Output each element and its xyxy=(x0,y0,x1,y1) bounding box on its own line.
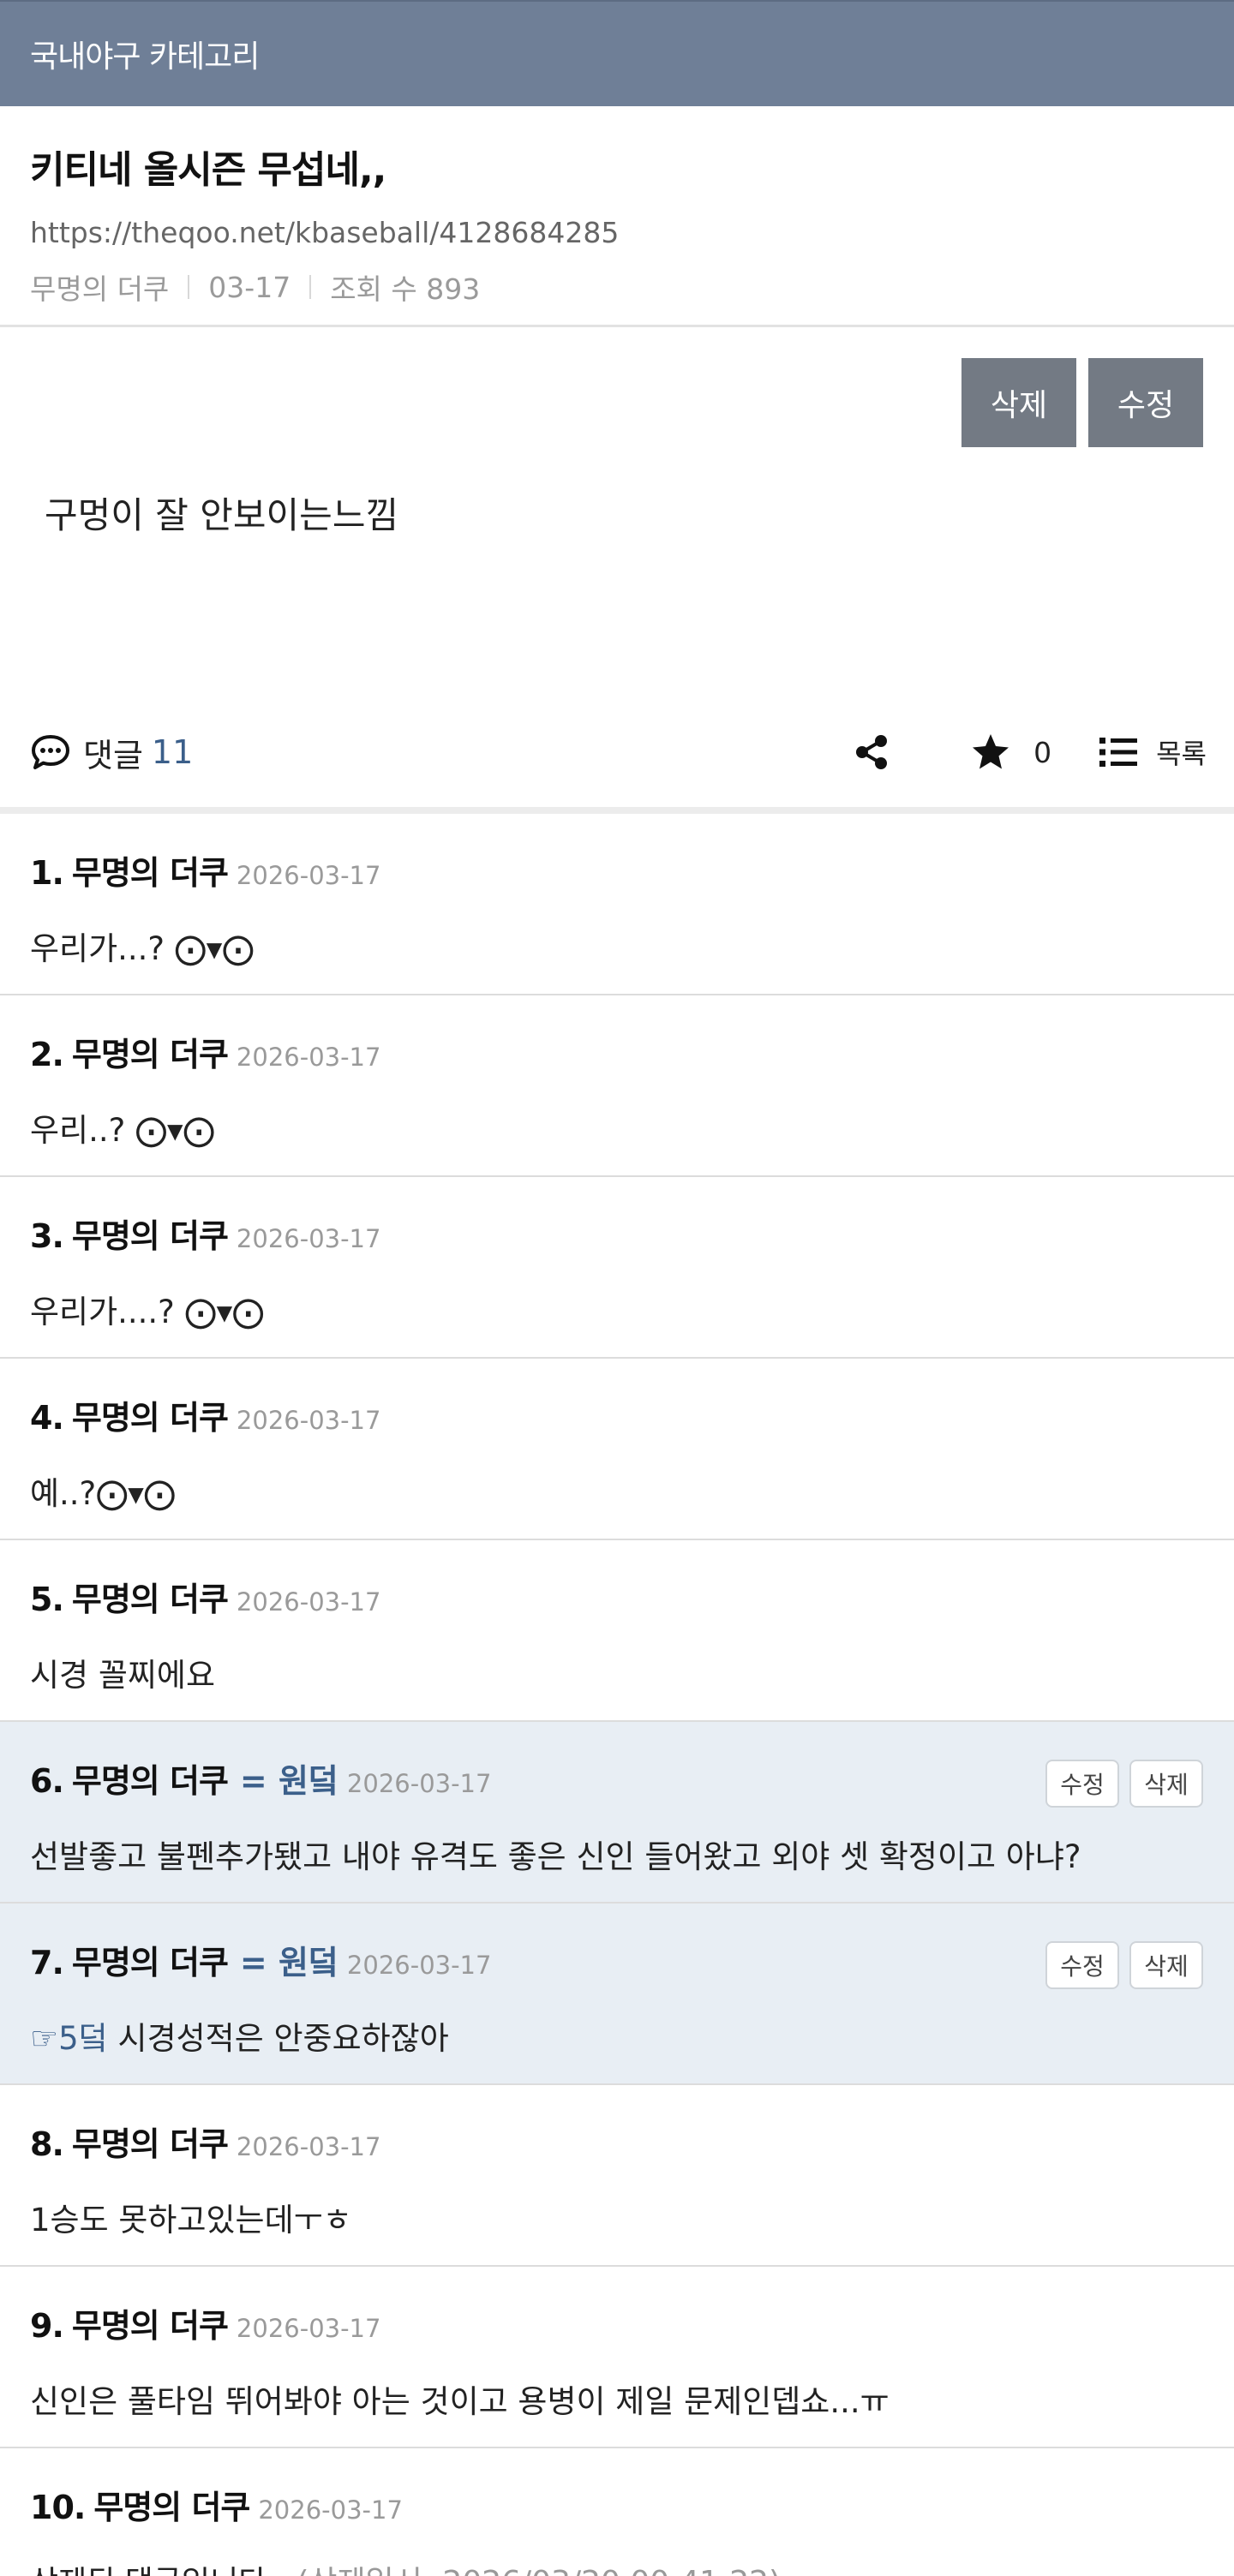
comment-item-own: 7. 무명의 더쿠 = 원덬 2026-03-17 수정 삭제 ☞5덬 시경성적… xyxy=(0,1904,1234,2085)
comment-number: 3. xyxy=(30,1217,64,1255)
deleted-comment: 삭제된 댓글입니다. (삭제일시: 2026/03/20 00:41:22) xyxy=(30,2557,1204,2576)
comment-actions: 수정 삭제 xyxy=(1045,1760,1203,1808)
comment-text: 시경 꼴찌에요 xyxy=(30,1657,216,1694)
comment-author[interactable]: 무명의 더쿠 xyxy=(72,1028,229,1075)
comment-text: 1승도 못하고있는데ㅜㅎ xyxy=(30,2202,352,2238)
comment-author[interactable]: 무명의 더쿠 xyxy=(72,1936,229,1983)
comment-item: 8. 무명의 더쿠 2026-03-17 1승도 못하고있는데ㅜㅎ xyxy=(0,2085,1234,2267)
comment-actions: 수정 삭제 xyxy=(1045,1941,1203,1989)
comment-text: 신인은 풀타임 뛰어봐야 아는 것이고 용병이 제일 문제인뎁쇼...ㅠ xyxy=(30,2383,890,2420)
share-button[interactable] xyxy=(854,733,890,771)
list-label: 목록 xyxy=(1156,738,1207,770)
comment-number: 7. xyxy=(30,1944,64,1981)
comment-edit-button[interactable]: 수정 xyxy=(1045,1760,1119,1808)
comment-number: 2. xyxy=(30,1036,64,1073)
comment-date: 2026-03-17 xyxy=(236,861,381,890)
star-icon xyxy=(973,734,1009,769)
comment-author[interactable]: 무명의 더쿠 xyxy=(72,1573,229,1620)
comment-number: 10. xyxy=(30,2489,86,2526)
comment-number: 1. xyxy=(30,854,64,892)
post-header: 키티네 올시즌 무섭네,, https://theqoo.net/kbaseba… xyxy=(0,106,1234,327)
comment-date: 2026-03-17 xyxy=(346,1769,492,1798)
post-toolbar: 댓글 11 0 목록 xyxy=(30,726,1207,778)
comment-item: 5. 무명의 더쿠 2026-03-17 시경 꼴찌에요 xyxy=(0,1540,1234,1722)
comment-date: 2026-03-17 xyxy=(236,1406,381,1435)
comment-number: 9. xyxy=(30,2307,64,2345)
post-meta: 무명의 더쿠 03-17 조회 수 893 xyxy=(30,266,1204,308)
comment-author[interactable]: 무명의 더쿠 xyxy=(72,1754,229,1802)
comment-author[interactable]: 무명의 더쿠 xyxy=(93,2481,250,2528)
comment-text: 선발좋고 불펜추가됐고 내야 유격도 좋은 신인 들어왔고 외야 셋 확정이고 … xyxy=(30,1838,1081,1875)
comment-number: 4. xyxy=(30,1399,64,1437)
comment-author[interactable]: 무명의 더쿠 xyxy=(72,846,229,894)
comment-item: 2. 무명의 더쿠 2026-03-17 우리..? ⨀▾⨀ xyxy=(0,995,1234,1177)
op-badge: = 원덬 xyxy=(239,1944,338,1981)
comment-text: ☞5덬 시경성적은 안중요하잖아 xyxy=(30,2012,1204,2059)
comment-item: 3. 무명의 더쿠 2026-03-17 우리가....? ⨀▾⨀ xyxy=(0,1177,1234,1359)
comment-date: 2026-03-17 xyxy=(258,2495,403,2525)
comments-count: 11 xyxy=(151,733,194,771)
comment-date: 2026-03-17 xyxy=(236,1043,381,1072)
comment-author[interactable]: 무명의 더쿠 xyxy=(72,2118,229,2165)
post-title: 키티네 올시즌 무섭네,, xyxy=(30,148,386,192)
comment-text: 예..?⨀▾⨀ xyxy=(30,1475,176,1512)
comment-text: 우리가....? ⨀▾⨀ xyxy=(30,1294,265,1330)
star-button[interactable]: 0 xyxy=(970,732,1051,772)
share-icon xyxy=(856,735,888,769)
comment-author[interactable]: 무명의 더쿠 xyxy=(72,1391,229,1438)
post-body: 삭제 수정 구멍이 잘 안보이는느낌 댓글 11 0 목록 xyxy=(0,327,1234,814)
star-count: 0 xyxy=(1033,735,1052,769)
meta-divider xyxy=(188,275,190,299)
edit-button[interactable]: 수정 xyxy=(1088,358,1203,447)
toolbar-actions: 0 목록 xyxy=(854,732,1207,772)
delete-button[interactable]: 삭제 xyxy=(961,358,1076,447)
comment-item: 10. 무명의 더쿠 2026-03-17 삭제된 댓글입니다. (삭제일시: … xyxy=(0,2448,1234,2576)
list-button[interactable]: 목록 xyxy=(1099,732,1207,772)
post-views: 조회 수 893 xyxy=(330,272,481,306)
comment-item: 4. 무명의 더쿠 2026-03-17 예..?⨀▾⨀ xyxy=(0,1359,1234,1540)
comment-delete-button[interactable]: 삭제 xyxy=(1129,1941,1203,1989)
comment-text: 우리가...? ⨀▾⨀ xyxy=(30,930,255,967)
comments-label: 댓글 xyxy=(83,736,143,774)
category-title[interactable]: 국내야구 카테고리 xyxy=(30,32,260,76)
comment-item: 9. 무명의 더쿠 2026-03-17 신인은 풀타임 뛰어봐야 아는 것이고… xyxy=(0,2267,1234,2448)
comments-counter[interactable]: 댓글 11 xyxy=(30,729,193,776)
comment-icon xyxy=(32,735,69,769)
comment-date: 2026-03-17 xyxy=(236,2314,381,2343)
post-date: 03-17 xyxy=(208,270,291,304)
comment-date: 2026-03-17 xyxy=(236,1224,381,1253)
comment-date: 2026-03-17 xyxy=(236,2132,381,2161)
comment-delete-button[interactable]: 삭제 xyxy=(1129,1760,1203,1808)
reply-reference-link[interactable]: ☞5덬 xyxy=(30,2020,108,2057)
comment-edit-button[interactable]: 수정 xyxy=(1045,1941,1119,1989)
op-badge: = 원덬 xyxy=(239,1762,338,1800)
comment-number: 6. xyxy=(30,1762,64,1800)
deleted-comment-note: (삭제일시: 2026/03/20 00:41:22) xyxy=(297,2565,781,2576)
comment-number: 5. xyxy=(30,1581,64,1618)
comment-list: 1. 무명의 더쿠 2026-03-17 우리가...? ⨀▾⨀ 2. 무명의 … xyxy=(0,814,1234,2576)
comment-text-body: 시경성적은 안중요하잖아 xyxy=(117,2020,449,2057)
comment-text: 우리..? ⨀▾⨀ xyxy=(30,1112,215,1149)
deleted-comment-text: 삭제된 댓글입니다. xyxy=(30,2565,277,2576)
comment-date: 2026-03-17 xyxy=(346,1951,492,1980)
post-author: 무명의 더쿠 xyxy=(30,272,170,306)
comment-date: 2026-03-17 xyxy=(236,1587,381,1617)
comment-item: 1. 무명의 더쿠 2026-03-17 우리가...? ⨀▾⨀ xyxy=(0,814,1234,995)
comment-author[interactable]: 무명의 더쿠 xyxy=(72,1210,229,1257)
post-content: 구멍이 잘 안보이는느낌 xyxy=(45,494,399,536)
list-icon xyxy=(1099,738,1138,767)
post-url[interactable]: https://theqoo.net/kbaseball/4128684285 xyxy=(30,216,1204,249)
comment-item-own: 6. 무명의 더쿠 = 원덬 2026-03-17 수정 삭제 선발좋고 불펜추… xyxy=(0,1722,1234,1904)
category-header[interactable]: 국내야구 카테고리 xyxy=(0,0,1234,106)
meta-divider xyxy=(309,275,312,299)
post-actions: 삭제 수정 xyxy=(961,358,1203,447)
comment-number: 8. xyxy=(30,2125,64,2163)
comment-author[interactable]: 무명의 더쿠 xyxy=(72,2299,229,2346)
